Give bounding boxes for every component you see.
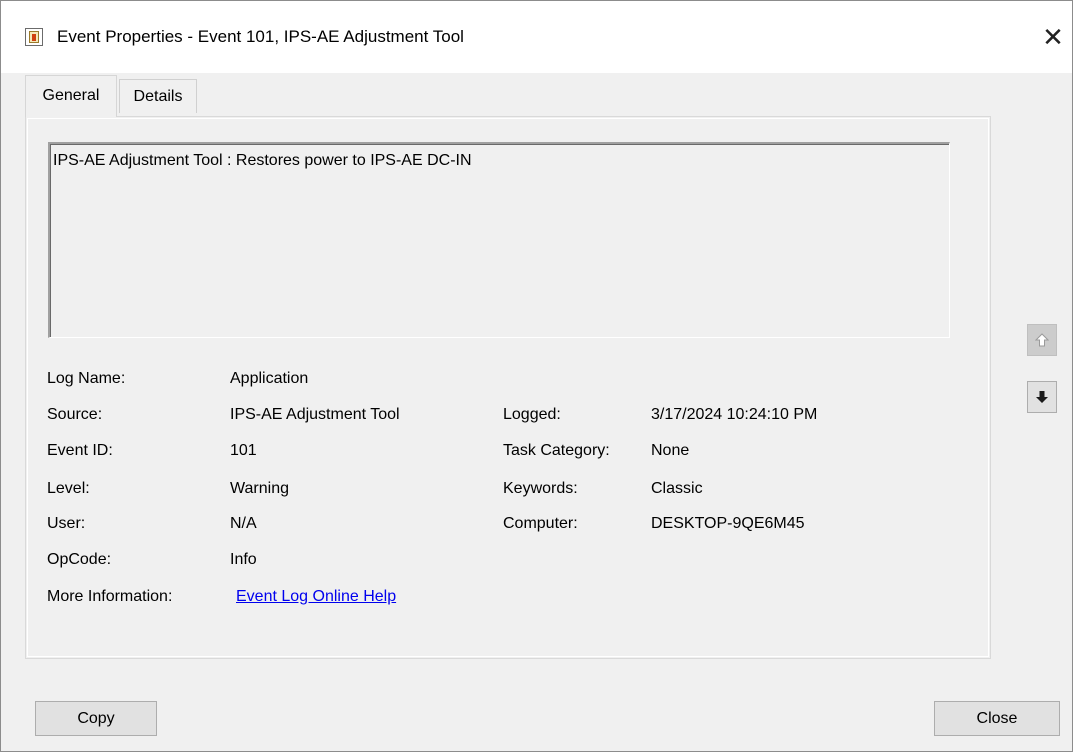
more-information-label: More Information: [47, 588, 173, 605]
title-bar: Event Properties - Event 101, IPS-AE Adj… [1, 1, 1072, 73]
arrow-up-icon [1035, 333, 1049, 347]
close-button[interactable]: Close [934, 701, 1060, 736]
opcode-value: Info [230, 551, 257, 568]
user-label: User: [47, 515, 86, 532]
copy-button[interactable]: Copy [35, 701, 157, 736]
task-category-label: Task Category: [503, 442, 610, 459]
computer-label: Computer: [503, 515, 578, 532]
keywords-value: Classic [651, 480, 703, 497]
window-title: Event Properties - Event 101, IPS-AE Adj… [57, 27, 464, 46]
close-icon[interactable]: ✕ [1035, 19, 1071, 55]
source-value: IPS-AE Adjustment Tool [230, 406, 400, 423]
event-id-value: 101 [230, 442, 257, 459]
next-event-button[interactable] [1027, 381, 1057, 413]
opcode-label: OpCode: [47, 551, 112, 568]
source-label: Source: [47, 406, 103, 423]
event-description[interactable]: IPS-AE Adjustment Tool : Restores power … [48, 142, 950, 338]
tab-general[interactable]: General [25, 75, 117, 117]
logged-label: Logged: [503, 406, 561, 423]
level-label: Level: [47, 480, 90, 497]
event-id-label: Event ID: [47, 442, 113, 459]
task-category-value: None [651, 442, 690, 459]
tab-details[interactable]: Details [119, 79, 197, 113]
log-name-value: Application [230, 370, 309, 387]
event-log-online-help-link[interactable]: Event Log Online Help [236, 588, 396, 606]
logged-value: 3/17/2024 10:24:10 PM [651, 406, 818, 423]
keywords-label: Keywords: [503, 480, 578, 497]
user-value: N/A [230, 515, 257, 532]
event-properties-window: Event Properties - Event 101, IPS-AE Adj… [0, 0, 1073, 752]
computer-value: DESKTOP-9QE6M45 [651, 515, 805, 532]
event-viewer-icon [25, 28, 43, 46]
level-value: Warning [230, 480, 289, 497]
log-name-label: Log Name: [47, 370, 126, 387]
arrow-down-icon [1036, 391, 1048, 403]
previous-event-button[interactable] [1027, 324, 1057, 356]
